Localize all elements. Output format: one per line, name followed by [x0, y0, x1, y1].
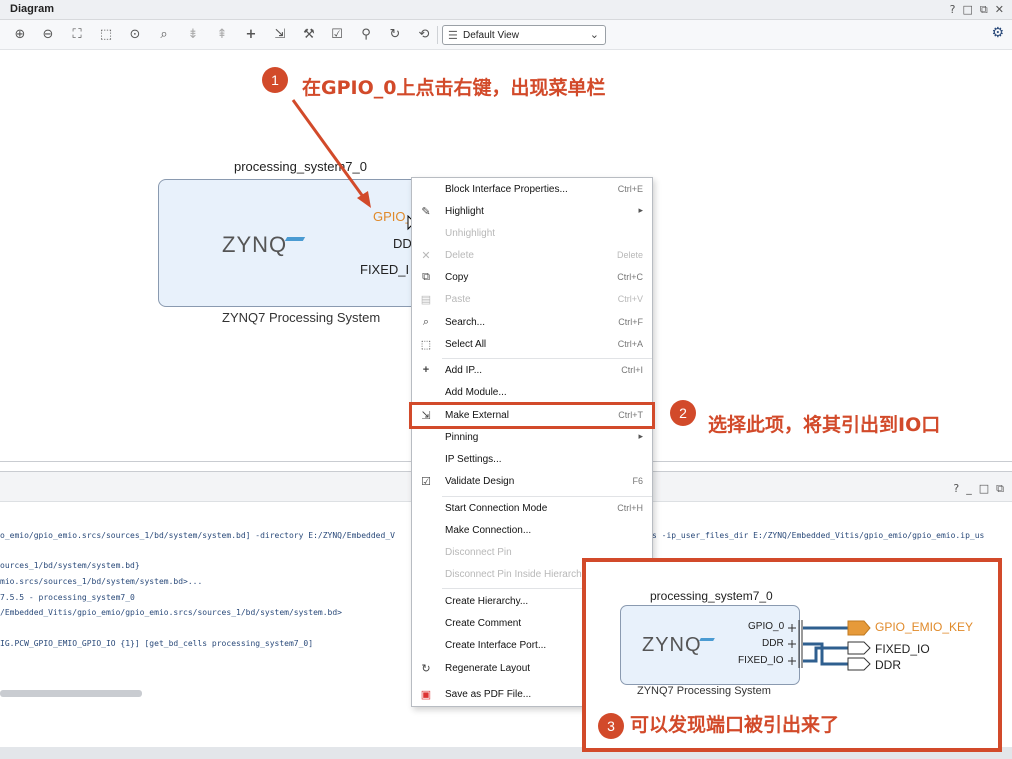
menu-item-delete[interactable]: ✕ Delete Delete [412, 246, 652, 266]
result-ext-port-ddr: DDR [875, 658, 901, 672]
restore-icon[interactable]: □ [979, 482, 989, 496]
menu-item-validate-design[interactable]: ☑ Validate Design F6 [412, 472, 652, 492]
float-icon[interactable]: ⧉ [996, 482, 1004, 496]
make-external-highlight-box [409, 402, 655, 429]
delete-icon: ✕ [421, 250, 431, 262]
console-line: o_emio/gpio_emio.srcs/sources_1/bd/syste… [0, 531, 395, 540]
step-2-badge: 2 [670, 400, 696, 426]
console-window-controls: ? _ □ ⧉ [953, 482, 1004, 496]
menu-item-add-module[interactable]: Add Module... [412, 383, 652, 403]
console-line: /Embedded_Vitis/gpio_emio/gpio_emio.srcs… [0, 608, 342, 617]
paste-icon: ▤ [420, 294, 432, 306]
console-line: mio.srcs/sources_1/bd/system/system.bd>.… [0, 577, 203, 586]
menu-item-copy[interactable]: ⧉ Copy Ctrl+C [412, 268, 652, 288]
result-inset: processing_system7_0 ZYNQ GPIO_0 DDR FIX… [582, 558, 1002, 752]
menu-item-pinning[interactable]: Pinning ▸ [412, 428, 652, 448]
console-line: IG.PCW_GPIO_EMIO_GPIO_IO {1}] [get_bd_ce… [0, 639, 314, 648]
result-ext-port-gpio-emio-key: GPIO_EMIO_KEY [875, 620, 974, 634]
highlight-icon: ✎ [421, 206, 431, 218]
console-line: s -ip_user_files_dir E:/ZYNQ/Embedded_Vi… [652, 531, 985, 540]
menu-item-paste[interactable]: ▤ Paste Ctrl+V [412, 290, 652, 310]
regenerate-icon: ↻ [421, 663, 431, 675]
menu-item-ip-settings[interactable]: IP Settings... [412, 450, 652, 470]
minimize-icon[interactable]: _ [966, 482, 972, 496]
menu-divider [442, 358, 652, 359]
result-ext-port-fixed-io: FIXED_IO [875, 642, 930, 656]
step-2-text: 选择此项，将其引出到IO口 [708, 414, 941, 436]
copy-icon: ⧉ [422, 271, 430, 283]
select-all-icon: ⬚ [420, 339, 432, 351]
menu-item-make-connection[interactable]: Make Connection... [412, 521, 652, 541]
horizontal-scrollbar[interactable] [0, 690, 142, 697]
menu-item-start-connection-mode[interactable]: Start Connection Mode Ctrl+H [412, 499, 652, 519]
step-3-text: 可以发现端口被引出来了 [630, 714, 840, 736]
validate-icon: ☑ [421, 476, 431, 488]
menu-item-unhighlight[interactable]: Unhighlight [412, 224, 652, 244]
menu-item-search[interactable]: ⌕ Search... Ctrl+F [412, 313, 652, 333]
menu-item-highlight[interactable]: ✎ Highlight ▸ [412, 202, 652, 222]
console-line: 7.5.5 - processing_system7_0 [0, 593, 135, 602]
menu-divider [442, 496, 652, 497]
search-icon: ⌕ [422, 316, 430, 328]
submenu-arrow-icon: ▸ [638, 205, 643, 215]
menu-item-add-ip[interactable]: + Add IP... Ctrl+I [412, 361, 652, 381]
console-line: ources_1/bd/system/system.bd} [0, 561, 140, 570]
menu-item-block-interface-properties[interactable]: Block Interface Properties... Ctrl+E [412, 180, 652, 200]
submenu-arrow-icon: ▸ [638, 431, 643, 441]
step-3-badge: 3 [598, 713, 624, 739]
pdf-icon: ▣ [420, 689, 432, 701]
help-icon[interactable]: ? [953, 482, 959, 496]
add-icon: + [422, 364, 430, 376]
menu-item-select-all[interactable]: ⬚ Select All Ctrl+A [412, 335, 652, 355]
